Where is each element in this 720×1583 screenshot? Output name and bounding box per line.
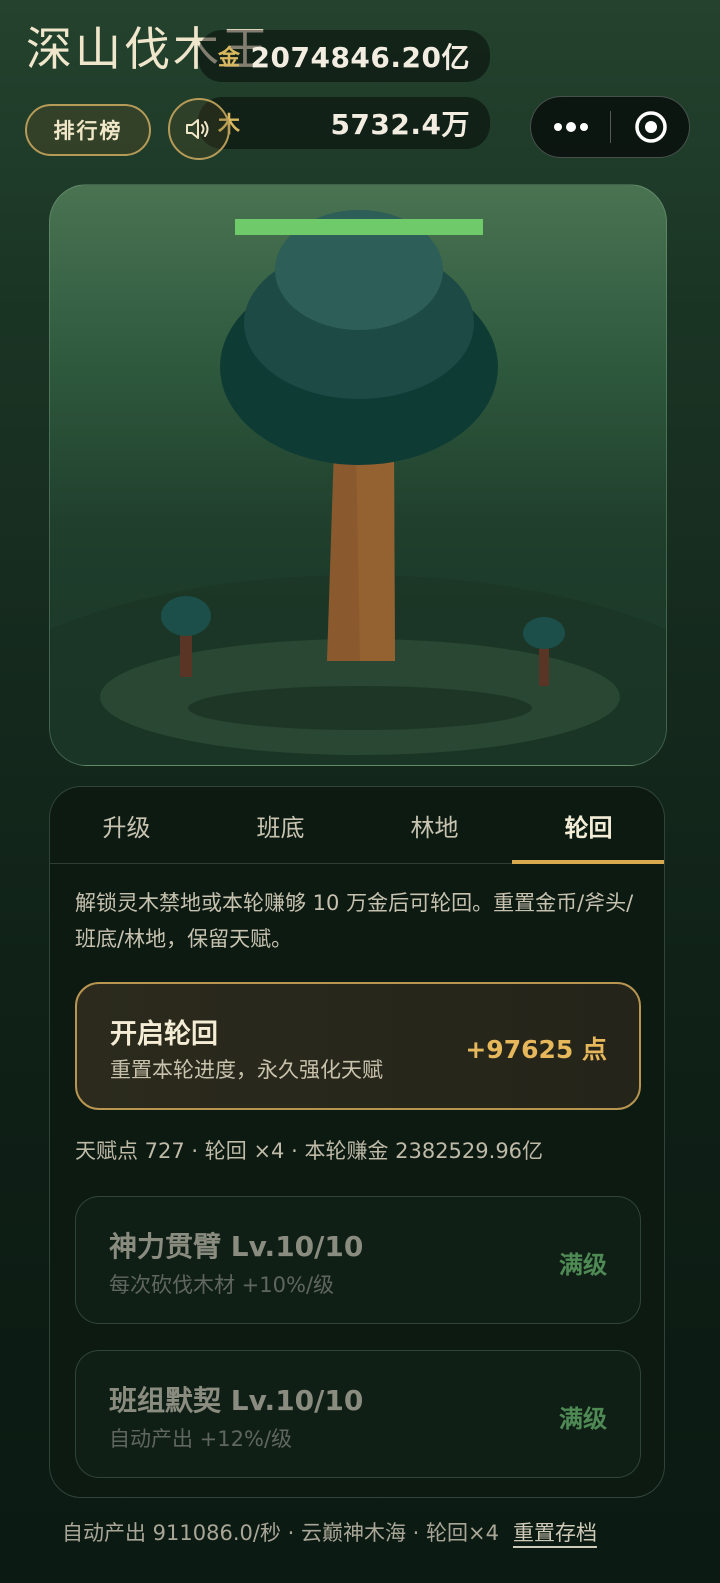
tree-scene[interactable] bbox=[49, 184, 667, 766]
active-tab-indicator bbox=[512, 860, 664, 864]
rebirth-description: 解锁灵木禁地或本轮赚够 10 万金后可轮回。重置金币/斧头/班底/林地，保留天赋… bbox=[75, 891, 634, 951]
talent-card[interactable]: 神力贯臂 Lv.10/10 每次砍伐木材 +10%/级 满级 bbox=[75, 1196, 641, 1324]
tab-crew[interactable]: 班底 bbox=[204, 787, 357, 863]
talent-desc: 自动产出 +12%/级 bbox=[109, 1427, 293, 1451]
tab-forest-label: 林地 bbox=[410, 813, 459, 842]
wood-value: 5732.4万 bbox=[330, 108, 470, 141]
more-dots-icon bbox=[553, 122, 588, 132]
tab-upgrade-label: 升级 bbox=[102, 813, 151, 842]
rebirth-button-title: 开启轮回 bbox=[110, 1019, 218, 1050]
tree-hp-bar bbox=[235, 219, 483, 235]
tab-rebirth-label: 轮回 bbox=[564, 813, 613, 842]
footer-status: 自动产出 911086.0/秒 · 云巅神木海 · 轮回×4 重置存档 bbox=[62, 1517, 597, 1547]
rebirth-stats: 天赋点 727 · 轮回 ×4 · 本轮赚金 2382529.96亿 bbox=[75, 1139, 544, 1163]
rebirth-button-subtitle: 重置本轮进度，永久强化天赋 bbox=[110, 1058, 383, 1082]
start-rebirth-button[interactable]: 开启轮回 重置本轮进度，永久强化天赋 +97625 点 bbox=[75, 982, 641, 1110]
gold-value: 2074846.20亿 bbox=[250, 41, 470, 74]
tab-upgrade[interactable]: 升级 bbox=[50, 787, 203, 863]
leaderboard-button[interactable]: 排行榜 bbox=[25, 104, 151, 156]
footer-text: 自动产出 911086.0/秒 · 云巅神木海 · 轮回×4 bbox=[62, 1521, 499, 1545]
speaker-icon bbox=[186, 119, 209, 139]
close-miniprogram-button[interactable] bbox=[611, 97, 690, 157]
rebirth-points: +97625 点 bbox=[465, 1035, 607, 1064]
reset-save-link[interactable]: 重置存档 bbox=[513, 1521, 597, 1545]
gold-icon: 金 bbox=[218, 46, 241, 71]
target-close-icon bbox=[634, 111, 667, 143]
tab-rebirth[interactable]: 轮回 bbox=[512, 787, 664, 864]
wood-counter: 木 5732.4万 bbox=[198, 97, 490, 149]
main-panel: 升级 班底 林地 轮回 解锁灵木禁地或本轮赚够 10 万金后可轮回。重置金币/斧… bbox=[49, 786, 665, 1498]
talent-name: 神力贯臂 Lv.10/10 bbox=[109, 1230, 364, 1263]
tab-crew-label: 班底 bbox=[256, 813, 305, 842]
talent-name: 班组默契 Lv.10/10 bbox=[109, 1384, 364, 1417]
tab-bar: 升级 班底 林地 轮回 bbox=[50, 787, 664, 864]
tab-forest[interactable]: 林地 bbox=[358, 787, 511, 863]
more-menu-button[interactable] bbox=[531, 97, 610, 157]
miniprogram-capsule bbox=[530, 96, 690, 158]
talent-desc: 每次砍伐木材 +10%/级 bbox=[109, 1273, 335, 1297]
talent-status: 满级 bbox=[559, 1251, 607, 1279]
talent-status: 满级 bbox=[559, 1405, 607, 1433]
sound-toggle-button[interactable] bbox=[168, 98, 230, 160]
gold-counter: 金 2074846.20亿 bbox=[198, 30, 490, 82]
talent-card[interactable]: 班组默契 Lv.10/10 自动产出 +12%/级 满级 bbox=[75, 1350, 641, 1478]
